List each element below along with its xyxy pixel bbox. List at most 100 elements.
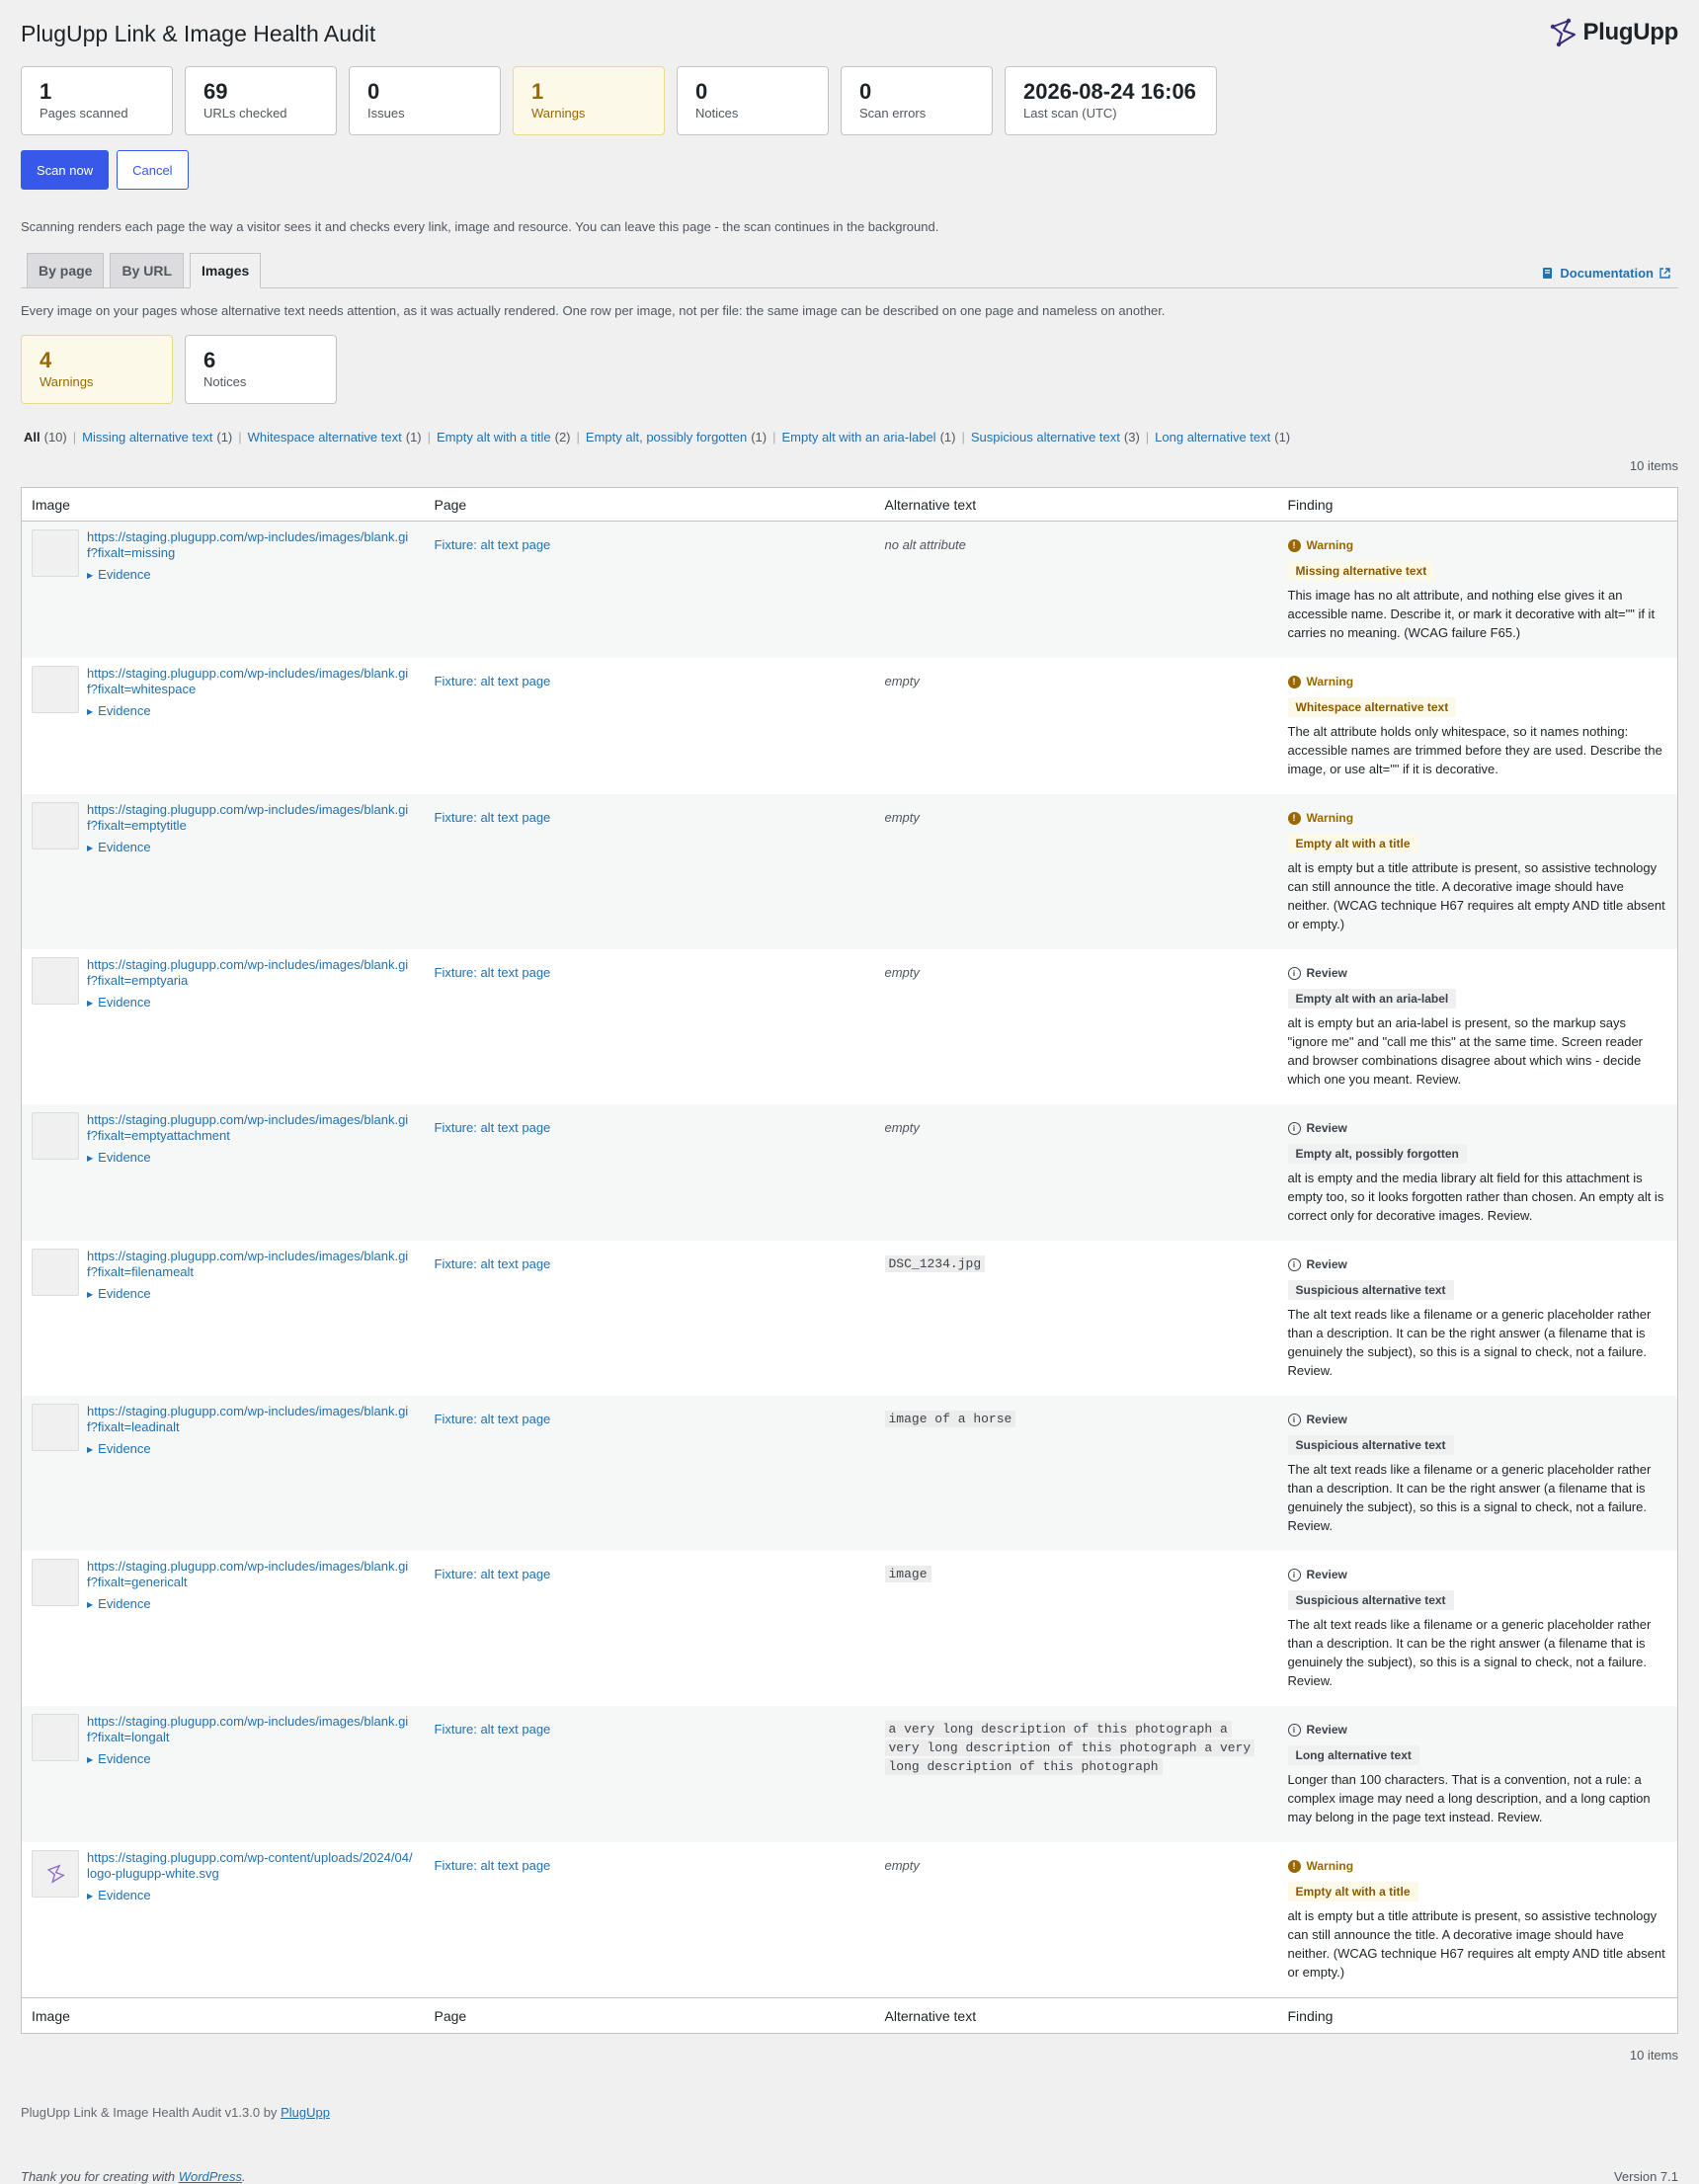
page-cell: Fixture: alt text page [425, 1396, 875, 1551]
alt-cell: a very long description of this photogra… [875, 1706, 1278, 1842]
column-header-alt[interactable]: Alternative text [874, 487, 1278, 522]
evidence-toggle[interactable]: Evidence [87, 703, 415, 718]
wordpress-link[interactable]: WordPress [179, 2169, 242, 2184]
filter-link[interactable]: Whitespace alternative text [248, 430, 402, 445]
column-footer-finding[interactable]: Finding [1277, 1997, 1678, 2034]
finding-description: The alt text reads like a filename or a … [1287, 1307, 1652, 1378]
filter-count: (1) [751, 430, 768, 445]
cancel-button[interactable]: Cancel [117, 150, 189, 190]
severity-label: Review [1306, 1257, 1347, 1271]
severity-label: Review [1306, 1568, 1347, 1581]
stat-value: 1 [40, 79, 52, 104]
tab-by-page[interactable]: By page [27, 253, 105, 288]
evidence-toggle[interactable]: Evidence [87, 1441, 415, 1456]
tab-images[interactable]: Images [190, 253, 262, 288]
page-link[interactable]: Fixture: alt text page [435, 1256, 865, 1271]
filter-separator: | [427, 430, 432, 445]
images-table: Image Page Alternative text Finding http… [21, 487, 1678, 2034]
evidence-toggle[interactable]: Evidence [87, 840, 415, 854]
image-url-link[interactable]: https://staging.plugupp.com/wp-includes/… [87, 802, 415, 834]
alt-text-value: DSC_1234.jpg [884, 1255, 986, 1272]
tab-by-url[interactable]: By URL [110, 253, 185, 288]
evidence-toggle[interactable]: Evidence [87, 1751, 415, 1766]
evidence-toggle[interactable]: Evidence [87, 1286, 415, 1301]
info-icon: i [1287, 1257, 1301, 1271]
alt-cell: image of a horse [875, 1396, 1278, 1551]
filter-link[interactable]: Long alternative text [1155, 430, 1270, 445]
image-url-link[interactable]: https://staging.plugupp.com/wp-includes/… [87, 1112, 415, 1144]
filter-link[interactable]: All [24, 430, 40, 445]
stat-value: 0 [367, 79, 380, 104]
alt-cell: empty [875, 1104, 1278, 1241]
finding-cell: ! Warning Empty alt with a title alt is emp… [1278, 1842, 1678, 1998]
page-link[interactable]: Fixture: alt text page [435, 674, 865, 688]
evidence-toggle[interactable]: Evidence [87, 1150, 415, 1165]
image-cell: https://staging.plugupp.com/wp-includes/… [22, 949, 425, 1104]
scan-now-button[interactable]: Scan now [21, 150, 110, 190]
filter-link[interactable]: Suspicious alternative text [971, 430, 1120, 445]
image-thumbnail [32, 1249, 79, 1296]
column-footer-page[interactable]: Page [424, 1997, 875, 2034]
info-icon: i [1287, 966, 1301, 980]
image-cell: https://staging.plugupp.com/wp-includes/… [22, 658, 425, 794]
page-cell: Fixture: alt text page [425, 1706, 875, 1842]
image-url-link[interactable]: https://staging.plugupp.com/wp-includes/… [87, 957, 415, 989]
image-thumbnail [32, 529, 79, 577]
page-link[interactable]: Fixture: alt text page [435, 965, 865, 980]
column-footer-image[interactable]: Image [21, 1997, 425, 2034]
page-link[interactable]: Fixture: alt text page [435, 810, 865, 825]
images-intro: Every image on your pages whose alternat… [21, 303, 1166, 318]
filter-link[interactable]: Empty alt, possibly forgotten [586, 430, 747, 445]
finding-cell: i Review Long alternative text Longer than … [1278, 1706, 1678, 1842]
image-thumbnail [32, 1559, 79, 1606]
stat-issues: 0 Issues [349, 66, 501, 135]
filter-link[interactable]: Missing alternative text [82, 430, 212, 445]
documentation-label: Documentation [1560, 266, 1654, 281]
finding-cell: i Review Empty alt with an aria-label alt i… [1278, 949, 1678, 1104]
filter-separator: | [72, 430, 77, 445]
warning-icon: ! [1287, 675, 1301, 688]
alt-cell: empty [875, 794, 1278, 949]
page-link[interactable]: Fixture: alt text page [435, 1412, 865, 1426]
image-url-link[interactable]: https://staging.plugupp.com/wp-includes/… [87, 529, 415, 561]
stat-scan-errors: 0 Scan errors [841, 66, 993, 135]
page-link[interactable]: Fixture: alt text page [435, 1722, 865, 1737]
image-url-link[interactable]: https://staging.plugupp.com/wp-includes/… [87, 1404, 415, 1435]
table-footer-row: Image Page Alternative text Finding [21, 1997, 1678, 2034]
column-header-page[interactable]: Page [424, 487, 875, 522]
finding-description: The alt attribute holds only whitespace,… [1287, 724, 1662, 776]
evidence-toggle[interactable]: Evidence [87, 995, 415, 1010]
plugupp-link[interactable]: PlugUpp [281, 2105, 330, 2120]
info-icon: i [1287, 1723, 1301, 1737]
alt-text-value: no alt attribute [884, 537, 966, 552]
image-url-link[interactable]: https://staging.plugupp.com/wp-includes/… [87, 1249, 415, 1280]
image-url-link[interactable]: https://staging.plugupp.com/wp-includes/… [87, 1714, 415, 1745]
image-url-link[interactable]: https://staging.plugupp.com/wp-includes/… [87, 1559, 415, 1590]
wp-footer: Thank you for creating with WordPress. V… [21, 2169, 1678, 2184]
documentation-link[interactable]: Documentation [1542, 266, 1670, 281]
page-link[interactable]: Fixture: alt text page [435, 537, 865, 552]
filter-link[interactable]: Empty alt with a title [437, 430, 551, 445]
column-footer-alt[interactable]: Alternative text [874, 1997, 1278, 2034]
image-url-link[interactable]: https://staging.plugupp.com/wp-includes/… [87, 666, 415, 697]
column-header-finding[interactable]: Finding [1277, 487, 1678, 522]
filter-link[interactable]: Empty alt with an aria-label [782, 430, 936, 445]
evidence-toggle[interactable]: Evidence [87, 1888, 415, 1902]
header: PlugUpp Link & Image Health Audit PlugUp… [21, 0, 1678, 65]
page-title: PlugUpp Link & Image Health Audit [21, 20, 376, 46]
evidence-toggle[interactable]: Evidence [87, 567, 415, 582]
column-header-image[interactable]: Image [21, 487, 425, 522]
alt-text-value: empty [884, 1858, 920, 1873]
page-cell: Fixture: alt text page [425, 794, 875, 949]
page-link[interactable]: Fixture: alt text page [435, 1858, 865, 1873]
finding-description: This image has no alt attribute, and not… [1287, 588, 1656, 640]
page-link[interactable]: Fixture: alt text page [435, 1120, 865, 1135]
alt-cell: no alt attribute [875, 522, 1278, 659]
image-cell: https://staging.plugupp.com/wp-includes/… [22, 522, 425, 659]
page-link[interactable]: Fixture: alt text page [435, 1567, 865, 1581]
finding-cell: i Review Empty alt, possibly forgotten alt … [1278, 1104, 1678, 1241]
evidence-toggle[interactable]: Evidence [87, 1596, 415, 1611]
items-count-bottom: 10 items [1629, 2048, 1678, 2063]
image-url-link[interactable]: https://staging.plugupp.com/wp-content/u… [87, 1850, 415, 1882]
wp-thanks: Thank you for creating with WordPress. [21, 2169, 246, 2184]
